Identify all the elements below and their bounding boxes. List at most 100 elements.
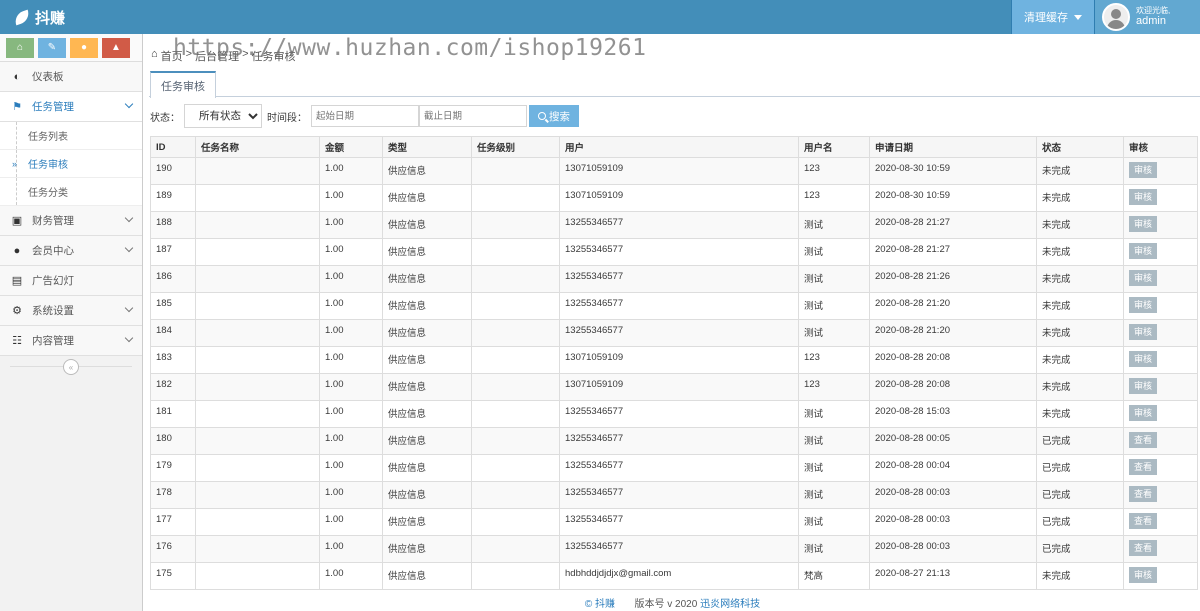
search-button[interactable]: 搜索	[529, 105, 579, 127]
cell-username: 测试	[798, 481, 870, 509]
start-date-input[interactable]	[311, 105, 419, 127]
sidebar-subitem-task-list[interactable]: 任务列表	[0, 122, 142, 150]
dashboard-icon: ◐	[13, 70, 21, 83]
cell-task-level	[471, 508, 560, 536]
cell-amount: 1.00	[319, 400, 383, 428]
cell-action: 审核	[1123, 292, 1198, 320]
cell-apply-date: 2020-08-28 21:26	[869, 265, 1037, 293]
cell-action: 审核	[1123, 211, 1198, 239]
cell-user: 13255346577	[559, 400, 799, 428]
cell-status: 已完成	[1036, 535, 1124, 563]
cell-apply-date: 2020-08-28 21:20	[869, 292, 1037, 320]
review-button[interactable]: 审核	[1129, 162, 1157, 178]
chevron-down-icon	[124, 213, 134, 223]
cell-task-level	[471, 157, 560, 185]
view-button[interactable]: 查看	[1129, 486, 1157, 502]
cell-username: 测试	[798, 292, 870, 320]
credit-card-icon: ▣	[11, 215, 23, 227]
user-menu[interactable]: 欢迎光临, admin	[1094, 0, 1200, 34]
review-button[interactable]: 审核	[1129, 216, 1157, 232]
cell-task-level	[471, 238, 560, 266]
column-header: 申请日期	[869, 136, 1037, 158]
cell-apply-date: 2020-08-28 00:04	[869, 454, 1037, 482]
cell-task-level	[471, 319, 560, 347]
tab-bar: 任务审核	[149, 71, 1200, 98]
footer-copyright[interactable]: © 抖赚	[585, 599, 615, 610]
sidebar-item-system-settings[interactable]: ⚙ 系统设置	[0, 296, 142, 326]
chevron-down-icon	[124, 99, 134, 109]
cell-amount: 1.00	[319, 454, 383, 482]
review-button[interactable]: 审核	[1129, 324, 1157, 340]
shortcut-edit-button[interactable]: ✎	[38, 37, 66, 58]
tab-task-review[interactable]: 任务审核	[150, 71, 216, 98]
sidebar-item-content[interactable]: ☷ 内容管理	[0, 326, 142, 356]
brand[interactable]: 抖赚	[12, 7, 65, 28]
cell-task-level	[471, 562, 560, 590]
cell-id: 182	[150, 373, 196, 401]
end-date-input[interactable]	[419, 105, 527, 127]
sidebar-item-label: 仪表板	[32, 71, 64, 83]
shortcut-home-button[interactable]: ⌂	[6, 37, 34, 58]
cell-task-name	[195, 265, 320, 293]
cell-action: 查看	[1123, 454, 1198, 482]
shortcut-users-button[interactable]: ●	[70, 37, 98, 58]
table-row: 176 1.00 供应信息 13255346577 测试 2020-08-28 00:03…	[150, 535, 1198, 563]
shortcut-settings-button[interactable]: ▲	[102, 37, 130, 58]
sidebar-item-ads[interactable]: ▤ 广告幻灯	[0, 266, 142, 296]
cell-status: 未完成	[1036, 184, 1124, 212]
review-button[interactable]: 审核	[1129, 405, 1157, 421]
cell-task-name	[195, 157, 320, 185]
cell-id: 179	[150, 454, 196, 482]
cell-task-name	[195, 427, 320, 455]
review-button[interactable]: 审核	[1129, 297, 1157, 313]
column-header: 金额	[319, 136, 383, 158]
view-button[interactable]: 查看	[1129, 432, 1157, 448]
sidebar-item-members[interactable]: ● 会员中心	[0, 236, 142, 266]
table-row: 189 1.00 供应信息 13071059109 123 2020-08-30 10:5…	[150, 184, 1198, 212]
table-row: 185 1.00 供应信息 13255346577 测试 2020-08-28 21:20…	[150, 292, 1198, 320]
cell-status: 未完成	[1036, 157, 1124, 185]
footer-company[interactable]: 迅炎网络科技	[700, 599, 760, 610]
cell-type: 供应信息	[382, 346, 472, 374]
review-button[interactable]: 审核	[1129, 378, 1157, 394]
sidebar-item-label: 广告幻灯	[32, 275, 74, 287]
clear-cache-button[interactable]: 清理缓存	[1011, 0, 1094, 34]
cell-type: 供应信息	[382, 508, 472, 536]
cell-task-name	[195, 481, 320, 509]
sidebar-item-label: 会员中心	[32, 245, 74, 257]
flag-icon: ⚑	[12, 101, 22, 113]
view-button[interactable]: 查看	[1129, 540, 1157, 556]
status-select[interactable]: 所有状态	[184, 104, 262, 128]
table-row: 180 1.00 供应信息 13255346577 测试 2020-08-28 00:05…	[150, 427, 1198, 455]
cell-type: 供应信息	[382, 562, 472, 590]
review-button[interactable]: 审核	[1129, 270, 1157, 286]
review-button[interactable]: 审核	[1129, 567, 1157, 583]
review-button[interactable]: 审核	[1129, 189, 1157, 205]
sidebar-collapse-bar: «	[0, 356, 142, 378]
sidebar-item-task-management[interactable]: ⚑ 任务管理	[0, 92, 142, 122]
sidebar-subitem-task-review[interactable]: » 任务审核	[0, 150, 142, 178]
cell-type: 供应信息	[382, 319, 472, 347]
cell-amount: 1.00	[319, 265, 383, 293]
sidebar-subitem-task-category[interactable]: 任务分类	[0, 178, 142, 206]
cell-type: 供应信息	[382, 481, 472, 509]
table-row: 183 1.00 供应信息 13071059109 123 2020-08-28 20:0…	[150, 346, 1198, 374]
review-button[interactable]: 审核	[1129, 243, 1157, 259]
cell-username: 123	[798, 373, 870, 401]
cell-apply-date: 2020-08-27 21:13	[869, 562, 1037, 590]
cell-username: 测试	[798, 238, 870, 266]
view-button[interactable]: 查看	[1129, 513, 1157, 529]
cell-amount: 1.00	[319, 535, 383, 563]
sidebar-item-label: 系统设置	[32, 305, 74, 317]
cell-apply-date: 2020-08-28 00:03	[869, 535, 1037, 563]
cell-action: 审核	[1123, 157, 1198, 185]
view-button[interactable]: 查看	[1129, 459, 1157, 475]
review-button[interactable]: 审核	[1129, 351, 1157, 367]
double-chevron-left-icon[interactable]: «	[63, 359, 79, 375]
chevron-down-icon	[124, 303, 134, 313]
sidebar: ⌂ ✎ ● ▲ ◐ 仪表板 ⚑ 任务管理 任务列表 » 任务审核 任务分类 ▣ …	[0, 34, 143, 611]
sidebar-item-dashboard[interactable]: ◐ 仪表板	[0, 62, 142, 92]
sidebar-item-finance[interactable]: ▣ 财务管理	[0, 206, 142, 236]
caret-down-icon	[1074, 14, 1082, 20]
cell-amount: 1.00	[319, 427, 383, 455]
